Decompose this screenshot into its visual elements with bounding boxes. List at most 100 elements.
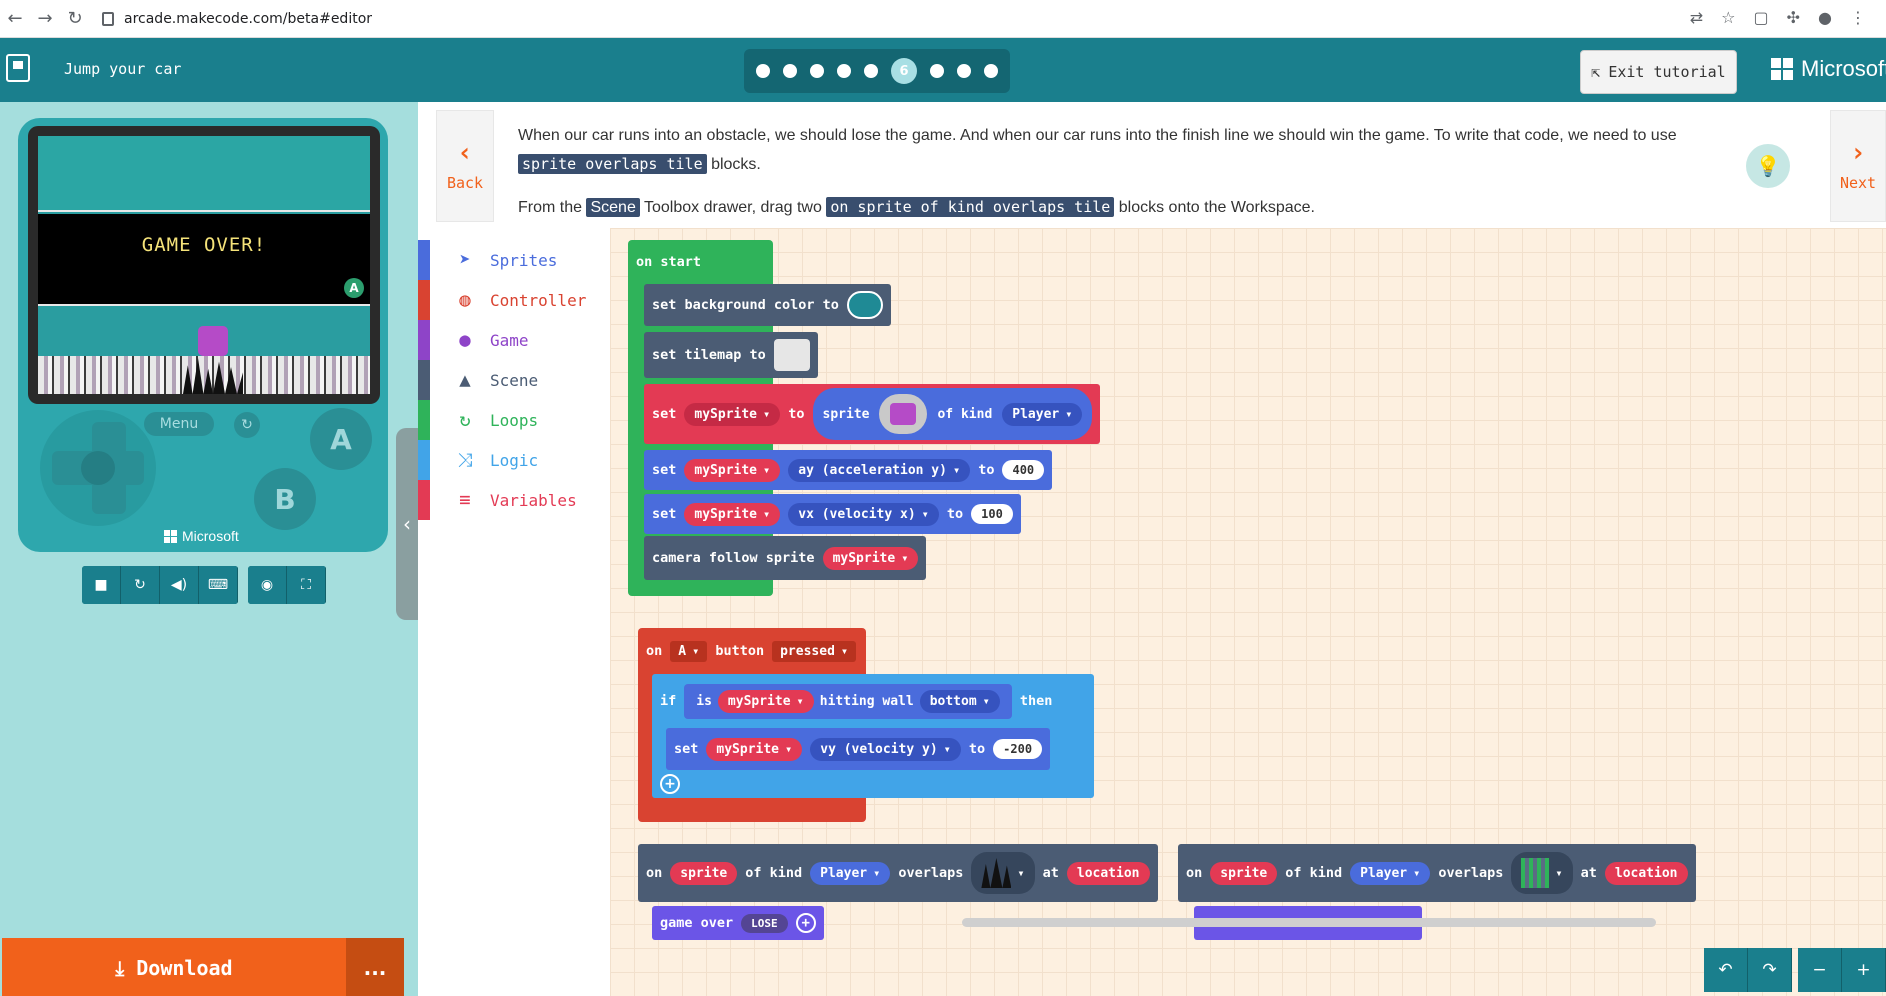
step-dot[interactable] xyxy=(864,64,878,78)
variable-dropdown[interactable]: mySprite xyxy=(822,546,919,570)
extension-icon[interactable]: ▢ xyxy=(1754,8,1769,27)
sound-icon[interactable]: ◀) xyxy=(160,566,199,604)
event-dropdown[interactable]: pressed xyxy=(772,640,857,662)
toolbox-item-scene[interactable]: ▲ Scene xyxy=(418,360,610,400)
ground-tiles xyxy=(38,356,370,394)
dropdown-value: mySprite xyxy=(694,462,758,478)
kind-dropdown[interactable]: Player xyxy=(1350,861,1431,885)
menu-button[interactable]: Menu xyxy=(144,412,214,436)
set-background-block[interactable]: set background color to xyxy=(644,284,891,326)
download-more-button[interactable]: ... xyxy=(346,938,404,996)
microsoft-logo[interactable]: Microsoft xyxy=(1771,56,1886,82)
profile-icon[interactable]: ● xyxy=(1818,8,1832,27)
step-dot[interactable] xyxy=(756,64,770,78)
kind-dropdown[interactable]: Player xyxy=(1002,402,1083,426)
block-text: set xyxy=(652,462,677,478)
arcade-logo-icon[interactable] xyxy=(6,54,30,82)
back-button[interactable]: ‹ Back xyxy=(436,110,494,222)
reload-icon[interactable]: ↻ xyxy=(60,4,90,34)
screenshot-icon[interactable]: ◉ xyxy=(248,566,287,604)
collapse-simulator-icon[interactable]: ‹ xyxy=(396,428,418,620)
button-dropdown[interactable]: A xyxy=(670,640,708,662)
step-dot[interactable] xyxy=(810,64,824,78)
kind-dropdown[interactable]: Player xyxy=(810,861,891,885)
number-input[interactable]: 100 xyxy=(971,504,1013,524)
overlaps-tile-block-2[interactable]: on sprite of kind Player overlaps at loc… xyxy=(1178,844,1696,902)
toolbox-item-game[interactable]: ● Game xyxy=(418,320,610,360)
fullscreen-icon[interactable]: ⛶ xyxy=(287,566,326,604)
tile-dropdown[interactable] xyxy=(971,852,1035,894)
back-label: Back xyxy=(446,174,484,192)
address-bar[interactable]: arcade.makecode.com/beta#editor xyxy=(102,11,372,27)
undo-icon[interactable]: ↶ xyxy=(1704,948,1748,992)
step-dot[interactable] xyxy=(984,64,998,78)
location-variable[interactable]: location xyxy=(1604,861,1688,885)
toolbox-item-sprites[interactable]: ➤ Sprites xyxy=(418,240,610,280)
set-ay-block[interactable]: set mySprite ay (acceleration y) to 400 xyxy=(644,450,1053,490)
number-input[interactable]: 400 xyxy=(1002,460,1045,480)
reset-icon[interactable]: ↻ xyxy=(234,412,260,438)
keyboard-icon[interactable]: ⌨ xyxy=(199,566,238,604)
puzzle-icon[interactable]: ✣ xyxy=(1787,8,1800,27)
redo-icon[interactable]: ↷ xyxy=(1748,948,1792,992)
toolbox-item-controller[interactable]: ◍ Controller xyxy=(418,280,610,320)
blocks-workspace[interactable]: on start set background color to set til… xyxy=(610,228,1886,996)
star-icon[interactable]: ☆ xyxy=(1721,8,1735,27)
restart-icon[interactable]: ↻ xyxy=(121,566,160,604)
property-dropdown[interactable]: ay (acceleration y) xyxy=(788,458,971,482)
exit-tutorial-button[interactable]: ⇱ Exit tutorial xyxy=(1580,50,1737,94)
next-button[interactable]: › Next xyxy=(1830,110,1886,222)
toolbox-label: Scene xyxy=(490,370,539,390)
more-menu-icon[interactable]: ⋮ xyxy=(1850,8,1866,27)
game-over-block[interactable]: game over LOSE + xyxy=(652,906,824,940)
step-dot-active[interactable]: 6 xyxy=(891,58,917,84)
tilemap-thumbnail[interactable] xyxy=(773,339,810,371)
dpad[interactable] xyxy=(40,410,156,526)
variable-dropdown[interactable]: mySprite xyxy=(684,502,781,526)
variable-dropdown[interactable]: mySprite xyxy=(717,689,814,713)
download-button[interactable]: ⤓ Download xyxy=(2,938,346,996)
forward-arrow-icon[interactable]: → xyxy=(30,4,60,34)
property-dropdown[interactable]: vx (velocity x) xyxy=(788,502,939,526)
add-else-icon[interactable]: + xyxy=(660,774,680,794)
step-dot[interactable] xyxy=(930,64,944,78)
location-variable[interactable]: location xyxy=(1066,861,1150,885)
variable-dropdown[interactable]: mySprite xyxy=(684,402,781,426)
toolbox-item-loops[interactable]: ↻ Loops xyxy=(418,400,610,440)
set-tilemap-block[interactable]: set tilemap to xyxy=(644,332,818,378)
set-vx-block[interactable]: set mySprite vx (velocity x) to 100 xyxy=(644,494,1021,534)
horizontal-scrollbar[interactable] xyxy=(962,918,1656,927)
zoom-in-icon[interactable]: + xyxy=(1842,948,1886,992)
back-arrow-icon[interactable]: ← xyxy=(0,4,30,34)
set-sprite-block[interactable]: set mySprite to sprite of kind Player xyxy=(644,384,1101,444)
toolbox-item-logic[interactable]: ⤨ Logic xyxy=(418,440,610,480)
lose-toggle[interactable]: LOSE xyxy=(741,913,788,933)
lightbulb-icon[interactable]: 💡 xyxy=(1746,144,1790,188)
camera-follow-block[interactable]: camera follow sprite mySprite xyxy=(644,536,927,580)
property-dropdown[interactable]: vy (velocity y) xyxy=(810,737,961,761)
tile-dropdown[interactable] xyxy=(1511,852,1573,894)
wall-dropdown[interactable]: bottom xyxy=(919,689,1000,713)
game-screen[interactable]: GAME OVER! A xyxy=(38,136,370,394)
step-dot[interactable] xyxy=(957,64,971,78)
variable-dropdown[interactable]: mySprite xyxy=(706,737,803,761)
step-dot[interactable] xyxy=(783,64,797,78)
overlaps-tile-block-1[interactable]: on sprite of kind Player overlaps at loc… xyxy=(638,844,1158,902)
b-button[interactable]: B xyxy=(254,468,316,530)
translate-icon[interactable]: ⇄ xyxy=(1690,8,1703,27)
sprite-variable[interactable]: sprite xyxy=(1210,861,1278,885)
toolbox-item-variables[interactable]: ≡ Variables xyxy=(418,480,610,520)
set-vy-block[interactable]: set mySprite vy (velocity y) to -200 xyxy=(666,728,1051,770)
hitting-wall-condition[interactable]: is mySprite hitting wall bottom xyxy=(684,683,1012,719)
create-sprite-block[interactable]: sprite of kind Player xyxy=(812,388,1093,440)
add-parameter-icon[interactable]: + xyxy=(795,913,816,933)
variable-dropdown[interactable]: mySprite xyxy=(684,458,781,482)
a-button[interactable]: A xyxy=(310,408,372,470)
color-swatch[interactable] xyxy=(846,291,883,319)
stop-icon[interactable]: ■ xyxy=(82,566,121,604)
step-dot[interactable] xyxy=(837,64,851,78)
sprite-variable[interactable]: sprite xyxy=(670,861,738,885)
number-input[interactable]: -200 xyxy=(993,739,1043,759)
sprite-image-picker[interactable] xyxy=(879,394,928,434)
zoom-out-icon[interactable]: − xyxy=(1798,948,1842,992)
